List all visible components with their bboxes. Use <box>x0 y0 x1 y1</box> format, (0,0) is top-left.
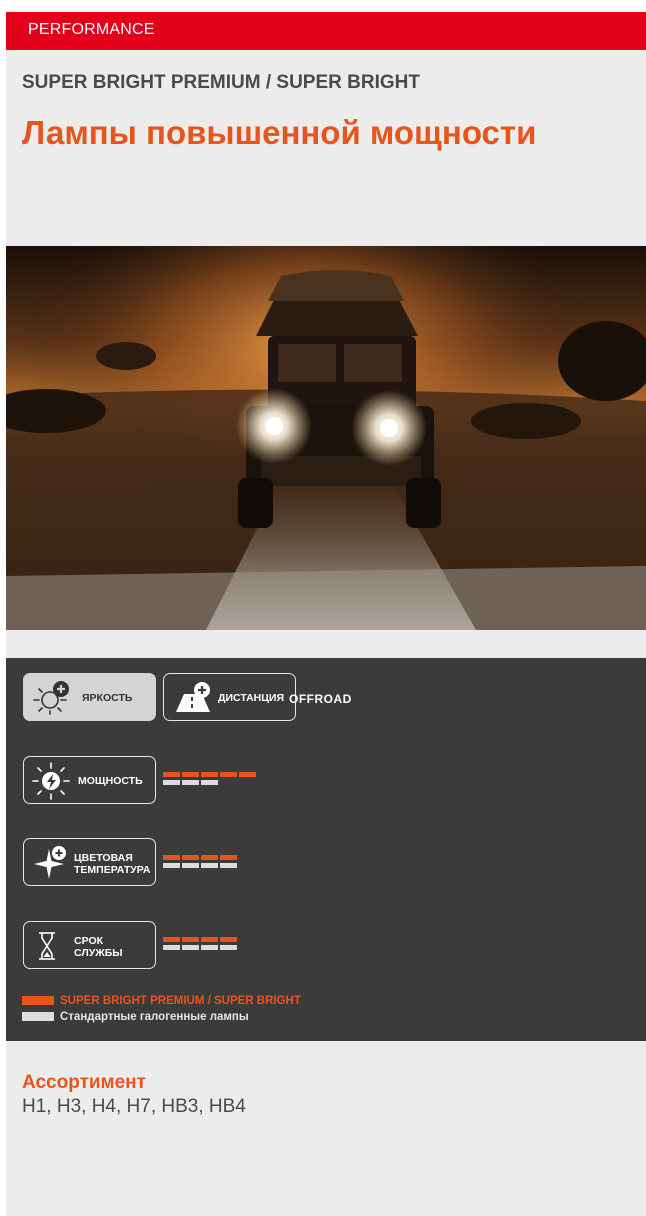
rating-segment-standard <box>201 863 218 868</box>
rating-segment-premium <box>220 772 237 777</box>
color-temperature-rating <box>163 855 239 871</box>
rating-segment-standard <box>182 780 199 785</box>
legend-standard-label: Стандартные галогенные лампы <box>60 1011 249 1023</box>
page-title: Лампы повышенной мощности <box>22 114 537 151</box>
brightness-label: ЯРКОСТЬ <box>82 692 133 704</box>
offroad-label: OFFROAD <box>289 692 352 706</box>
rating-segment-premium <box>163 855 180 860</box>
range-list: H1, H3, H4, H7, HB3, HB4 <box>22 1096 246 1117</box>
rating-segment-standard <box>182 945 199 950</box>
legend-premium-label: SUPER BRIGHT PREMIUM / SUPER BRIGHT <box>60 995 301 1007</box>
color-temp-label-1: ЦВЕТОВАЯ <box>74 852 133 864</box>
feature-brightness-tile[interactable]: ЯРКОСТЬ <box>23 673 156 721</box>
lifetime-label-2: СЛУЖБЫ <box>74 947 123 959</box>
rating-segment-standard <box>182 863 199 868</box>
rating-segment-premium <box>201 937 218 942</box>
category-label: PERFORMANCE <box>28 21 155 38</box>
starburst-plus-icon <box>34 846 66 879</box>
feature-power-tile[interactable]: МОЩНОСТЬ <box>23 756 156 804</box>
sun-bolt-icon <box>32 762 70 800</box>
power-label: МОЩНОСТЬ <box>78 775 143 787</box>
road-plus-icon <box>176 682 210 712</box>
legend-premium-swatch <box>22 996 54 1005</box>
rating-segment-premium <box>163 937 180 942</box>
product-line: SUPER BRIGHT PREMIUM / SUPER BRIGHT <box>22 72 420 93</box>
feature-color-temperature-tile[interactable]: ЦВЕТОВАЯ ТЕМПЕРАТУРА <box>23 838 156 886</box>
features-panel: ЯРКОСТЬ ДИСТАНЦИЯ OFFROAD МОЩНОСТЬ ЦВЕТО… <box>6 658 646 1041</box>
rating-segment-premium <box>220 937 237 942</box>
rating-segment-standard <box>220 945 237 950</box>
range-title: Ассортимент <box>22 1072 146 1093</box>
category-band: PERFORMANCE <box>6 12 646 50</box>
legend-standard-swatch <box>22 1012 54 1021</box>
product-photo <box>6 246 646 630</box>
rating-segment-premium <box>182 937 199 942</box>
product-card: PERFORMANCE SUPER BRIGHT PREMIUM / SUPER… <box>6 12 646 1216</box>
distance-label: ДИСТАНЦИЯ <box>218 692 285 704</box>
rating-segment-premium <box>201 855 218 860</box>
rating-segment-premium <box>220 855 237 860</box>
rating-segment-standard <box>163 863 180 868</box>
hourglass-icon <box>39 932 55 960</box>
rating-segment-premium <box>163 772 180 777</box>
feature-lifetime-tile[interactable]: СРОК СЛУЖБЫ <box>23 921 156 969</box>
sun-plus-icon <box>33 681 69 715</box>
rating-segment-premium <box>182 855 199 860</box>
rating-segment-standard <box>201 945 218 950</box>
feature-distance-tile[interactable]: ДИСТАНЦИЯ <box>163 673 296 721</box>
lifetime-rating <box>163 937 239 953</box>
rating-segment-premium <box>182 772 199 777</box>
lifetime-label-1: СРОК <box>74 935 104 947</box>
color-temp-label-2: ТЕМПЕРАТУРА <box>74 864 151 876</box>
rating-segment-standard <box>201 780 218 785</box>
power-rating <box>163 772 258 788</box>
rating-segment-premium <box>239 772 256 777</box>
rating-segment-standard <box>220 863 237 868</box>
rating-segment-premium <box>201 772 218 777</box>
rating-segment-standard <box>163 780 180 785</box>
rating-segment-standard <box>163 945 180 950</box>
